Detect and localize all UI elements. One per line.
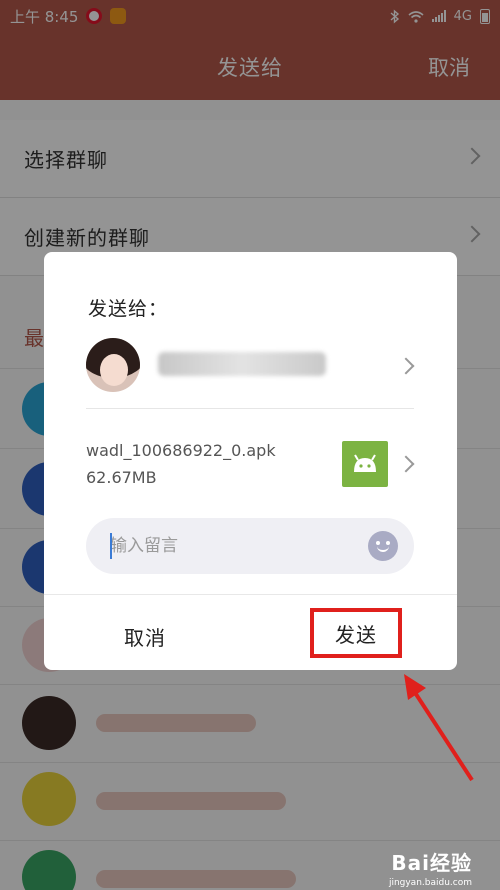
cancel-button[interactable]: 取消 [124, 622, 166, 651]
send-button[interactable]: 发送 [310, 608, 402, 658]
chevron-right-icon [397, 455, 415, 473]
file-size: 62.67MB [86, 468, 157, 487]
chevron-right-icon [397, 357, 415, 375]
message-field[interactable] [86, 518, 414, 574]
dialog-title: 发送给： [88, 298, 169, 320]
recipient-avatar [86, 338, 140, 392]
emoji-icon[interactable] [368, 531, 398, 561]
dialog-divider [86, 408, 414, 409]
file-name: wadl_100686922_0.apk [86, 441, 276, 460]
text-cursor [110, 533, 112, 559]
recipient-name-blurred [158, 352, 326, 376]
annotation-arrow-icon [404, 674, 474, 782]
watermark-brand: Bai经验 [391, 851, 472, 875]
dialog-divider [44, 594, 457, 595]
send-dialog: 发送给： wadl_100686922_0.apk 62.67MB 取消 [44, 252, 457, 670]
watermark-site: jingyan.baidu.com [388, 878, 472, 888]
android-icon [342, 441, 388, 487]
message-input[interactable] [110, 530, 350, 562]
